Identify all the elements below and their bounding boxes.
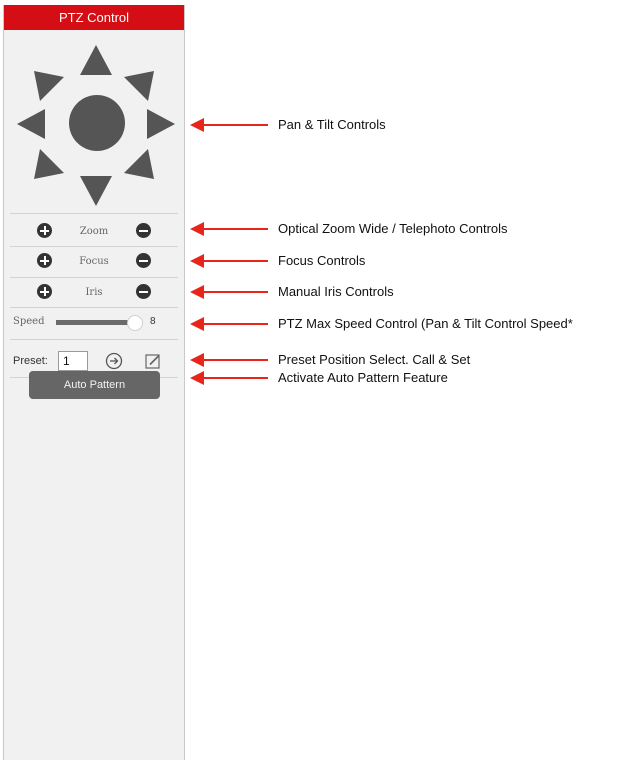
annotation-pan-tilt: Pan & Tilt Controls (190, 115, 641, 135)
iris-label: Iris (85, 287, 103, 298)
preset-number-input[interactable] (58, 351, 88, 371)
arrow-up-left-icon[interactable] (34, 71, 64, 101)
pan-tilt-pad (4, 31, 184, 215)
iris-open-button[interactable] (37, 284, 52, 299)
annotation-focus: Focus Controls (190, 251, 641, 271)
annotation-text: Optical Zoom Wide / Telephoto Controls (278, 221, 508, 236)
arrow-left-icon (190, 222, 268, 236)
annotation-text: Preset Position Select. Call & Set (278, 352, 471, 367)
arrow-down-left-icon[interactable] (34, 149, 64, 179)
iris-close-button[interactable] (136, 284, 151, 299)
divider (10, 213, 178, 214)
arrow-down-right-icon[interactable] (124, 149, 154, 179)
annotation-zoom: Optical Zoom Wide / Telephoto Controls (190, 219, 641, 239)
focus-row: Focus (4, 247, 184, 276)
speed-value: 8 (150, 316, 156, 327)
annotation-text: Activate Auto Pattern Feature (278, 370, 448, 385)
focus-label: Focus (79, 256, 109, 267)
edit-pencil-icon[interactable] (144, 352, 162, 370)
arrow-left-icon[interactable] (17, 109, 45, 139)
zoom-row: Zoom (4, 217, 184, 246)
annotation-iris: Manual Iris Controls (190, 282, 641, 302)
annotation-text: PTZ Max Speed Control (Pan & Tilt Contro… (278, 316, 573, 331)
zoom-out-button[interactable] (136, 223, 151, 238)
arrow-right-icon[interactable] (147, 109, 175, 139)
divider (10, 339, 178, 340)
zoom-in-button[interactable] (37, 223, 52, 238)
focus-far-button[interactable] (136, 253, 151, 268)
arrow-left-icon (190, 285, 268, 299)
annotation-preset: Preset Position Select. Call & Set (190, 350, 641, 370)
ptz-control-panel: PTZ Control Zoom Focus Iris Speed 8 Pres… (3, 5, 185, 760)
arrow-up-icon[interactable] (80, 45, 112, 75)
arrow-circle-right-icon[interactable] (105, 352, 123, 370)
annotation-text: Manual Iris Controls (278, 284, 394, 299)
arrow-left-icon (190, 254, 268, 268)
arrow-left-icon (190, 353, 268, 367)
arrow-left-icon (190, 317, 268, 331)
auto-pattern-button[interactable]: Auto Pattern (29, 371, 160, 399)
annotation-text: Focus Controls (278, 253, 366, 268)
annotation-speed: PTZ Max Speed Control (Pan & Tilt Contro… (190, 314, 641, 334)
speed-slider-fill (56, 320, 134, 325)
speed-slider-handle[interactable] (127, 315, 143, 331)
focus-near-button[interactable] (37, 253, 52, 268)
arrow-down-icon[interactable] (80, 176, 112, 206)
arrow-left-icon (190, 371, 268, 385)
annotation-text: Pan & Tilt Controls (278, 117, 386, 132)
speed-label: Speed (13, 316, 45, 327)
panel-title: PTZ Control (4, 5, 184, 30)
annotation-auto-pattern: Activate Auto Pattern Feature (190, 368, 641, 388)
center-circle-icon[interactable] (69, 95, 125, 151)
iris-row: Iris (4, 278, 184, 307)
speed-row: Speed 8 (4, 308, 184, 336)
arrow-up-right-icon[interactable] (124, 71, 154, 101)
speed-slider[interactable] (56, 315, 143, 331)
zoom-label: Zoom (79, 226, 109, 237)
arrow-left-icon (190, 118, 268, 132)
